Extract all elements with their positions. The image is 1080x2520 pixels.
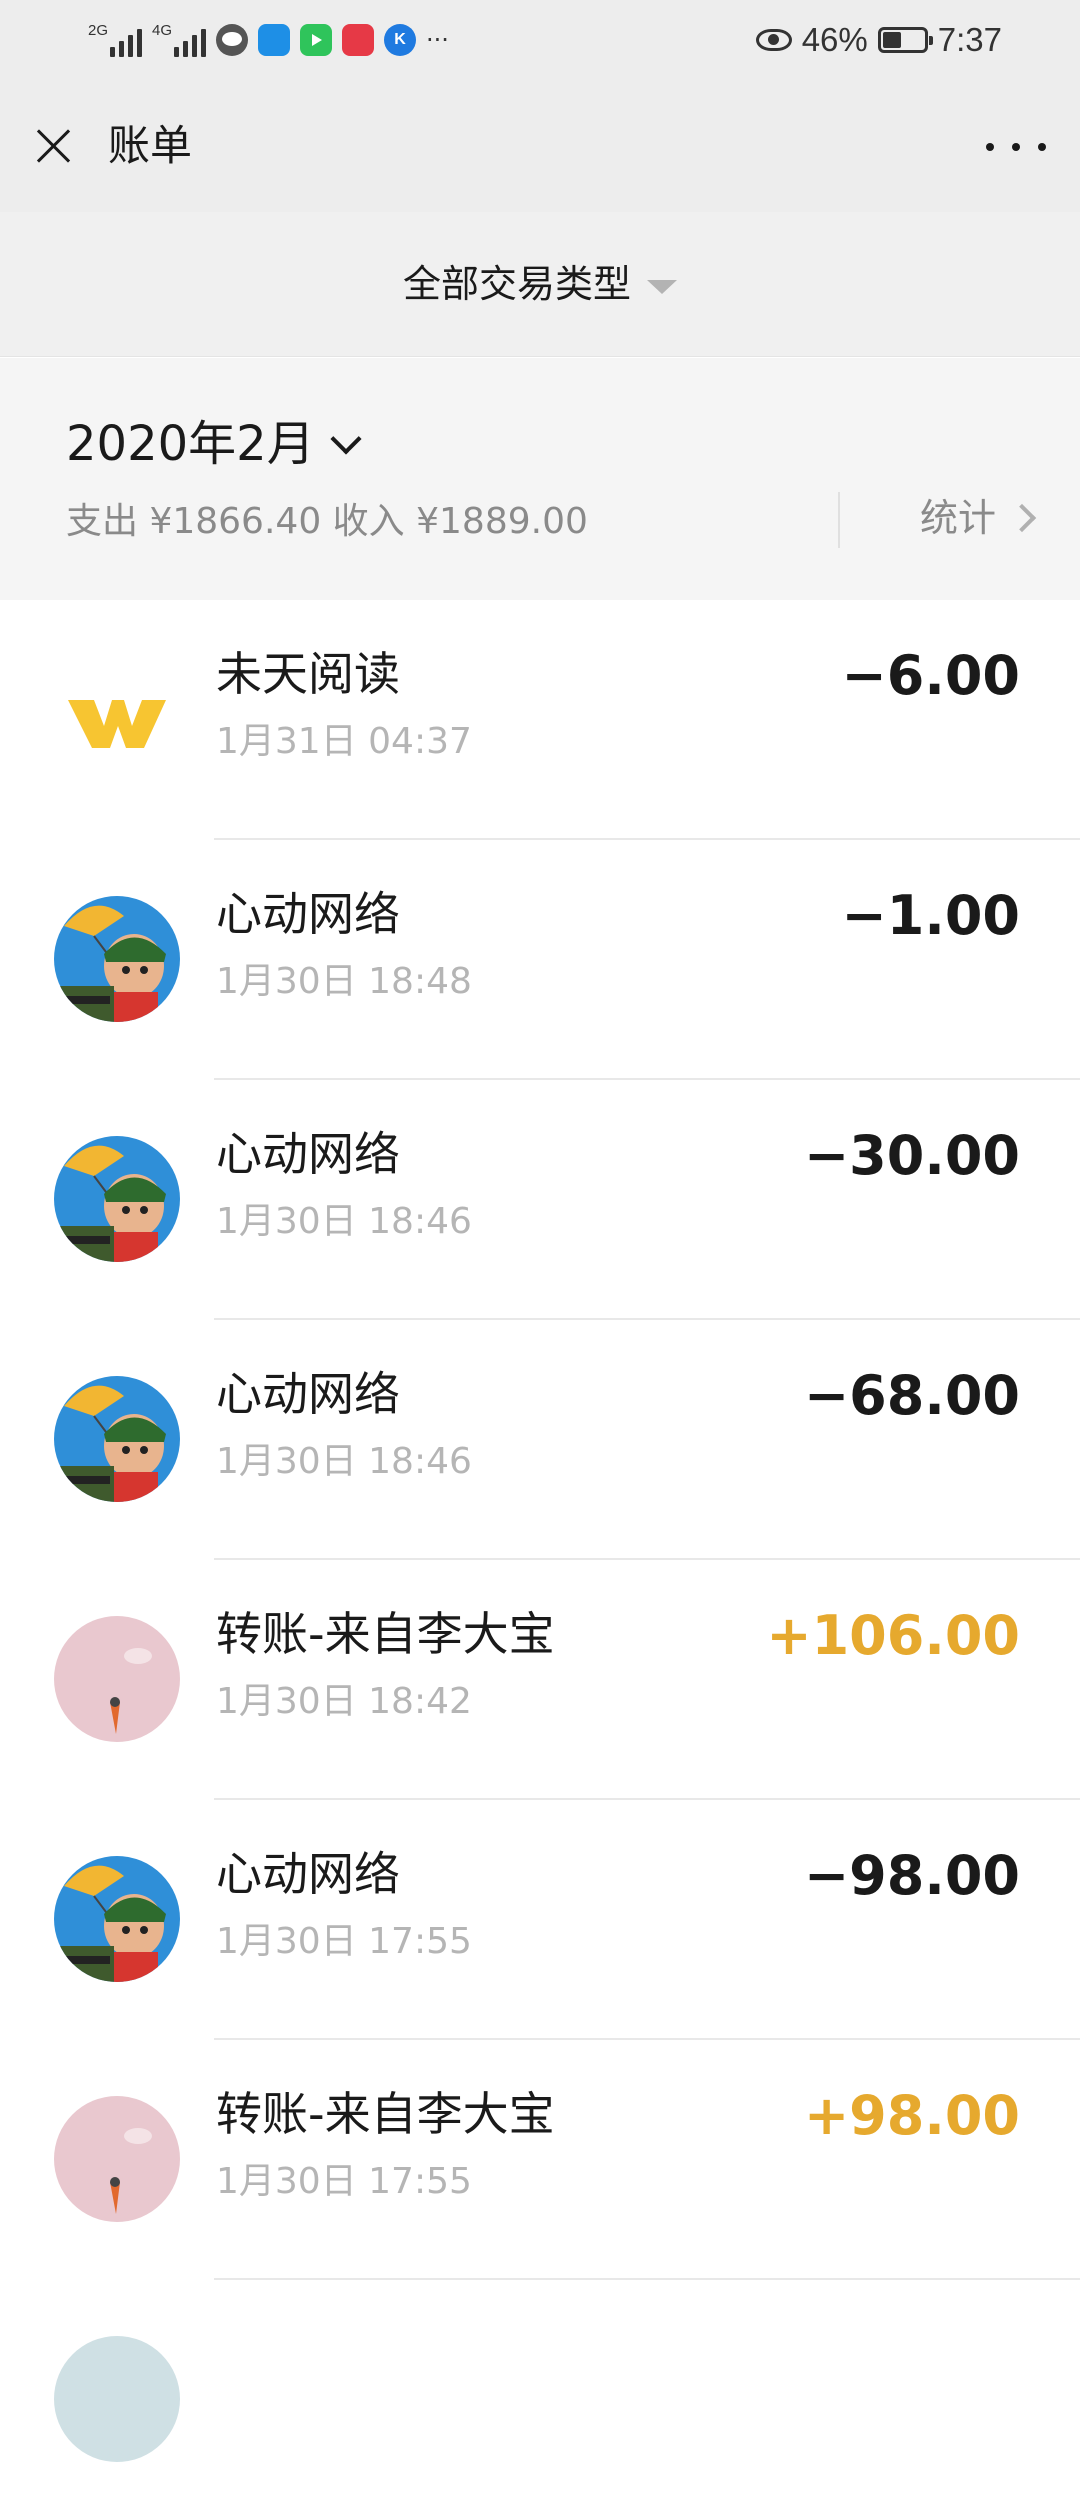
filter-label: 全部交易类型: [402, 262, 631, 306]
battery-percent: 46%: [801, 21, 868, 58]
chevron-right-icon: [1007, 503, 1037, 533]
network-type-2: 4G: [152, 22, 173, 39]
divider: [838, 492, 840, 548]
transaction-type-filter[interactable]: 全部交易类型: [0, 212, 1080, 357]
transaction-amount: −1.00: [841, 884, 1020, 947]
close-icon[interactable]: [30, 122, 78, 170]
transaction-time: 1月30日 17:55: [216, 2161, 472, 2202]
transaction-time: 1月30日 18:48: [216, 961, 472, 1002]
transaction-amount: −6.00: [841, 644, 1020, 707]
transaction-row-partial[interactable]: [0, 2280, 1080, 2520]
network-type-1: 2G: [88, 22, 109, 39]
stats-button[interactable]: 统计: [919, 492, 1037, 544]
month-selector[interactable]: 2020年2月: [66, 414, 362, 474]
merchant-avatar: [54, 896, 180, 1022]
transaction-amount: +106.00: [766, 1604, 1020, 1667]
signal-icon-2: 4G: [152, 23, 206, 57]
chevron-down-icon: [330, 423, 362, 455]
contact-avatar: [54, 2336, 180, 2462]
dropdown-triangle-icon: [647, 280, 677, 294]
kugou-notification-icon: K: [384, 24, 416, 56]
transaction-amount: −68.00: [803, 1364, 1020, 1427]
merchant-name: 心动网络: [216, 887, 400, 941]
page-title: 账单: [108, 121, 193, 170]
more-options-icon[interactable]: [986, 130, 1046, 164]
transaction-list: 未天阅读 1月31日 04:37 −6.00 心动网络 1月30日 18:48 …: [0, 600, 1080, 2520]
merchant-name: 未天阅读: [216, 647, 400, 701]
merchant-name: 转账-来自李大宝: [216, 2087, 555, 2141]
status-left: 2G 4G K ···: [88, 18, 449, 62]
nav-bar: 账单: [0, 80, 1080, 212]
battery-icon: [877, 27, 933, 53]
transaction-amount: −98.00: [803, 1844, 1020, 1907]
transaction-row[interactable]: 心动网络 1月30日 18:48 −1.00: [0, 840, 1080, 1080]
merchant-avatar: [54, 1136, 180, 1262]
transaction-row[interactable]: 未天阅读 1月31日 04:37 −6.00: [0, 600, 1080, 840]
video-notification-icon: [300, 24, 332, 56]
month-header: 2020年2月 支出 ¥1866.40 收入 ¥1889.00 统计: [0, 358, 1080, 600]
contact-avatar: [54, 2096, 180, 2222]
transaction-row[interactable]: 心动网络 1月30日 18:46 −68.00: [0, 1320, 1080, 1560]
transaction-row[interactable]: 转账-来自李大宝 1月30日 18:42 +106.00: [0, 1560, 1080, 1800]
month-title: 2020年2月: [66, 416, 315, 472]
merchant-name: 心动网络: [216, 1367, 400, 1421]
eye-comfort-icon: [755, 29, 792, 51]
merchant-logo: [54, 656, 180, 782]
contact-avatar: [54, 1616, 180, 1742]
merchant-name: 转账-来自李大宝: [216, 1607, 555, 1661]
merchant-avatar: [54, 1376, 180, 1502]
month-summary: 支出 ¥1866.40 收入 ¥1889.00: [66, 501, 588, 542]
merchant-avatar: [54, 1856, 180, 1982]
transaction-row[interactable]: 心动网络 1月30日 18:46 −30.00: [0, 1080, 1080, 1320]
transaction-time: 1月31日 04:37: [216, 721, 472, 762]
transaction-time: 1月30日 18:46: [216, 1201, 472, 1242]
more-notifications-icon: ···: [426, 26, 449, 54]
chat-notification-icon: [216, 24, 248, 56]
transaction-row[interactable]: 心动网络 1月30日 17:55 −98.00: [0, 1800, 1080, 2040]
signal-icon: 2G: [88, 23, 142, 57]
clock: 7:37: [937, 21, 1002, 58]
transaction-time: 1月30日 18:46: [216, 1441, 472, 1482]
transaction-amount: −30.00: [803, 1124, 1020, 1187]
transaction-time: 1月30日 18:42: [216, 1681, 472, 1722]
qq-notification-icon: [258, 24, 290, 56]
merchant-name: 心动网络: [216, 1127, 400, 1181]
transaction-amount: +98.00: [803, 2084, 1020, 2147]
transaction-row[interactable]: 转账-来自李大宝 1月30日 17:55 +98.00: [0, 2040, 1080, 2280]
status-bar: 2G 4G K ··· 46% 7:37: [0, 0, 1080, 80]
stats-label: 统计: [919, 496, 996, 540]
transaction-time: 1月30日 17:55: [216, 1921, 472, 1962]
video-app-notification-icon: [342, 24, 374, 56]
status-right: 46% 7:37: [755, 18, 1002, 62]
merchant-name: 心动网络: [216, 1847, 400, 1901]
